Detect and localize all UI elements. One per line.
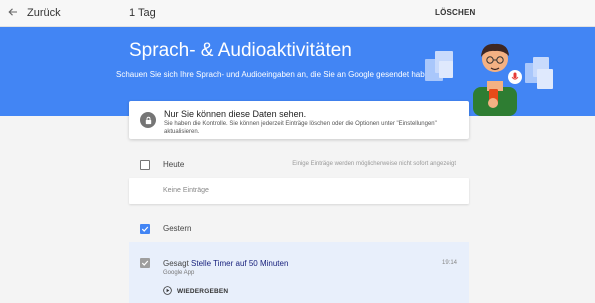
privacy-notice-text: Sie haben die Kontrolle. Sie können jede… <box>164 121 437 135</box>
checkbox-yesterday[interactable] <box>140 224 150 234</box>
section-today-label: Heute <box>163 160 185 169</box>
activity-query-link[interactable]: Stelle Timer auf 50 Minuten <box>191 259 288 268</box>
back-arrow-icon <box>8 4 18 22</box>
back-button[interactable]: Zurück <box>8 5 61 21</box>
section-today: Heute Einige Einträge werden möglicherwe… <box>129 153 469 178</box>
section-yesterday-label: Gestern <box>163 224 192 233</box>
page-title: Sprach- & Audioaktivitäten <box>129 40 352 61</box>
activity-item[interactable]: Gesagt Stelle Timer auf 50 Minuten 19:14… <box>129 242 469 303</box>
activity-time: 19:14 <box>441 260 457 266</box>
delay-note: Einige Einträge werden möglicherweise ni… <box>292 161 456 167</box>
activity-prefix: Gesagt <box>163 259 189 268</box>
checkbox-activity-item[interactable] <box>140 258 150 268</box>
activity-source: Google App <box>163 270 195 276</box>
no-entries-text: Keine Einträge <box>163 187 209 194</box>
page-description: Schauen Sie sich Ihre Sprach- und Audioe… <box>116 70 436 79</box>
empty-entries-card: Keine Einträge <box>129 178 469 204</box>
activity-text: Gesagt Stelle Timer auf 50 Minuten <box>163 259 288 268</box>
checkbox-today[interactable] <box>140 160 150 170</box>
play-button[interactable]: WIEDERGEBEN <box>163 282 228 300</box>
privacy-notice-card: Nur Sie können diese Daten sehen. Sie ha… <box>129 101 469 139</box>
microphone-icon <box>513 72 517 79</box>
play-label: WIEDERGEBEN <box>177 287 229 295</box>
date-range-title: 1 Tag <box>129 7 156 19</box>
delete-button[interactable]: LÖSCHEN <box>435 8 476 17</box>
lock-icon <box>140 112 156 128</box>
top-bar: Zurück 1 Tag LÖSCHEN <box>0 0 595 27</box>
section-yesterday: Gestern <box>129 217 469 242</box>
play-circle-icon <box>163 282 172 300</box>
privacy-notice-title: Nur Sie können diese Daten sehen. <box>164 109 307 119</box>
back-label: Zurück <box>27 7 61 19</box>
